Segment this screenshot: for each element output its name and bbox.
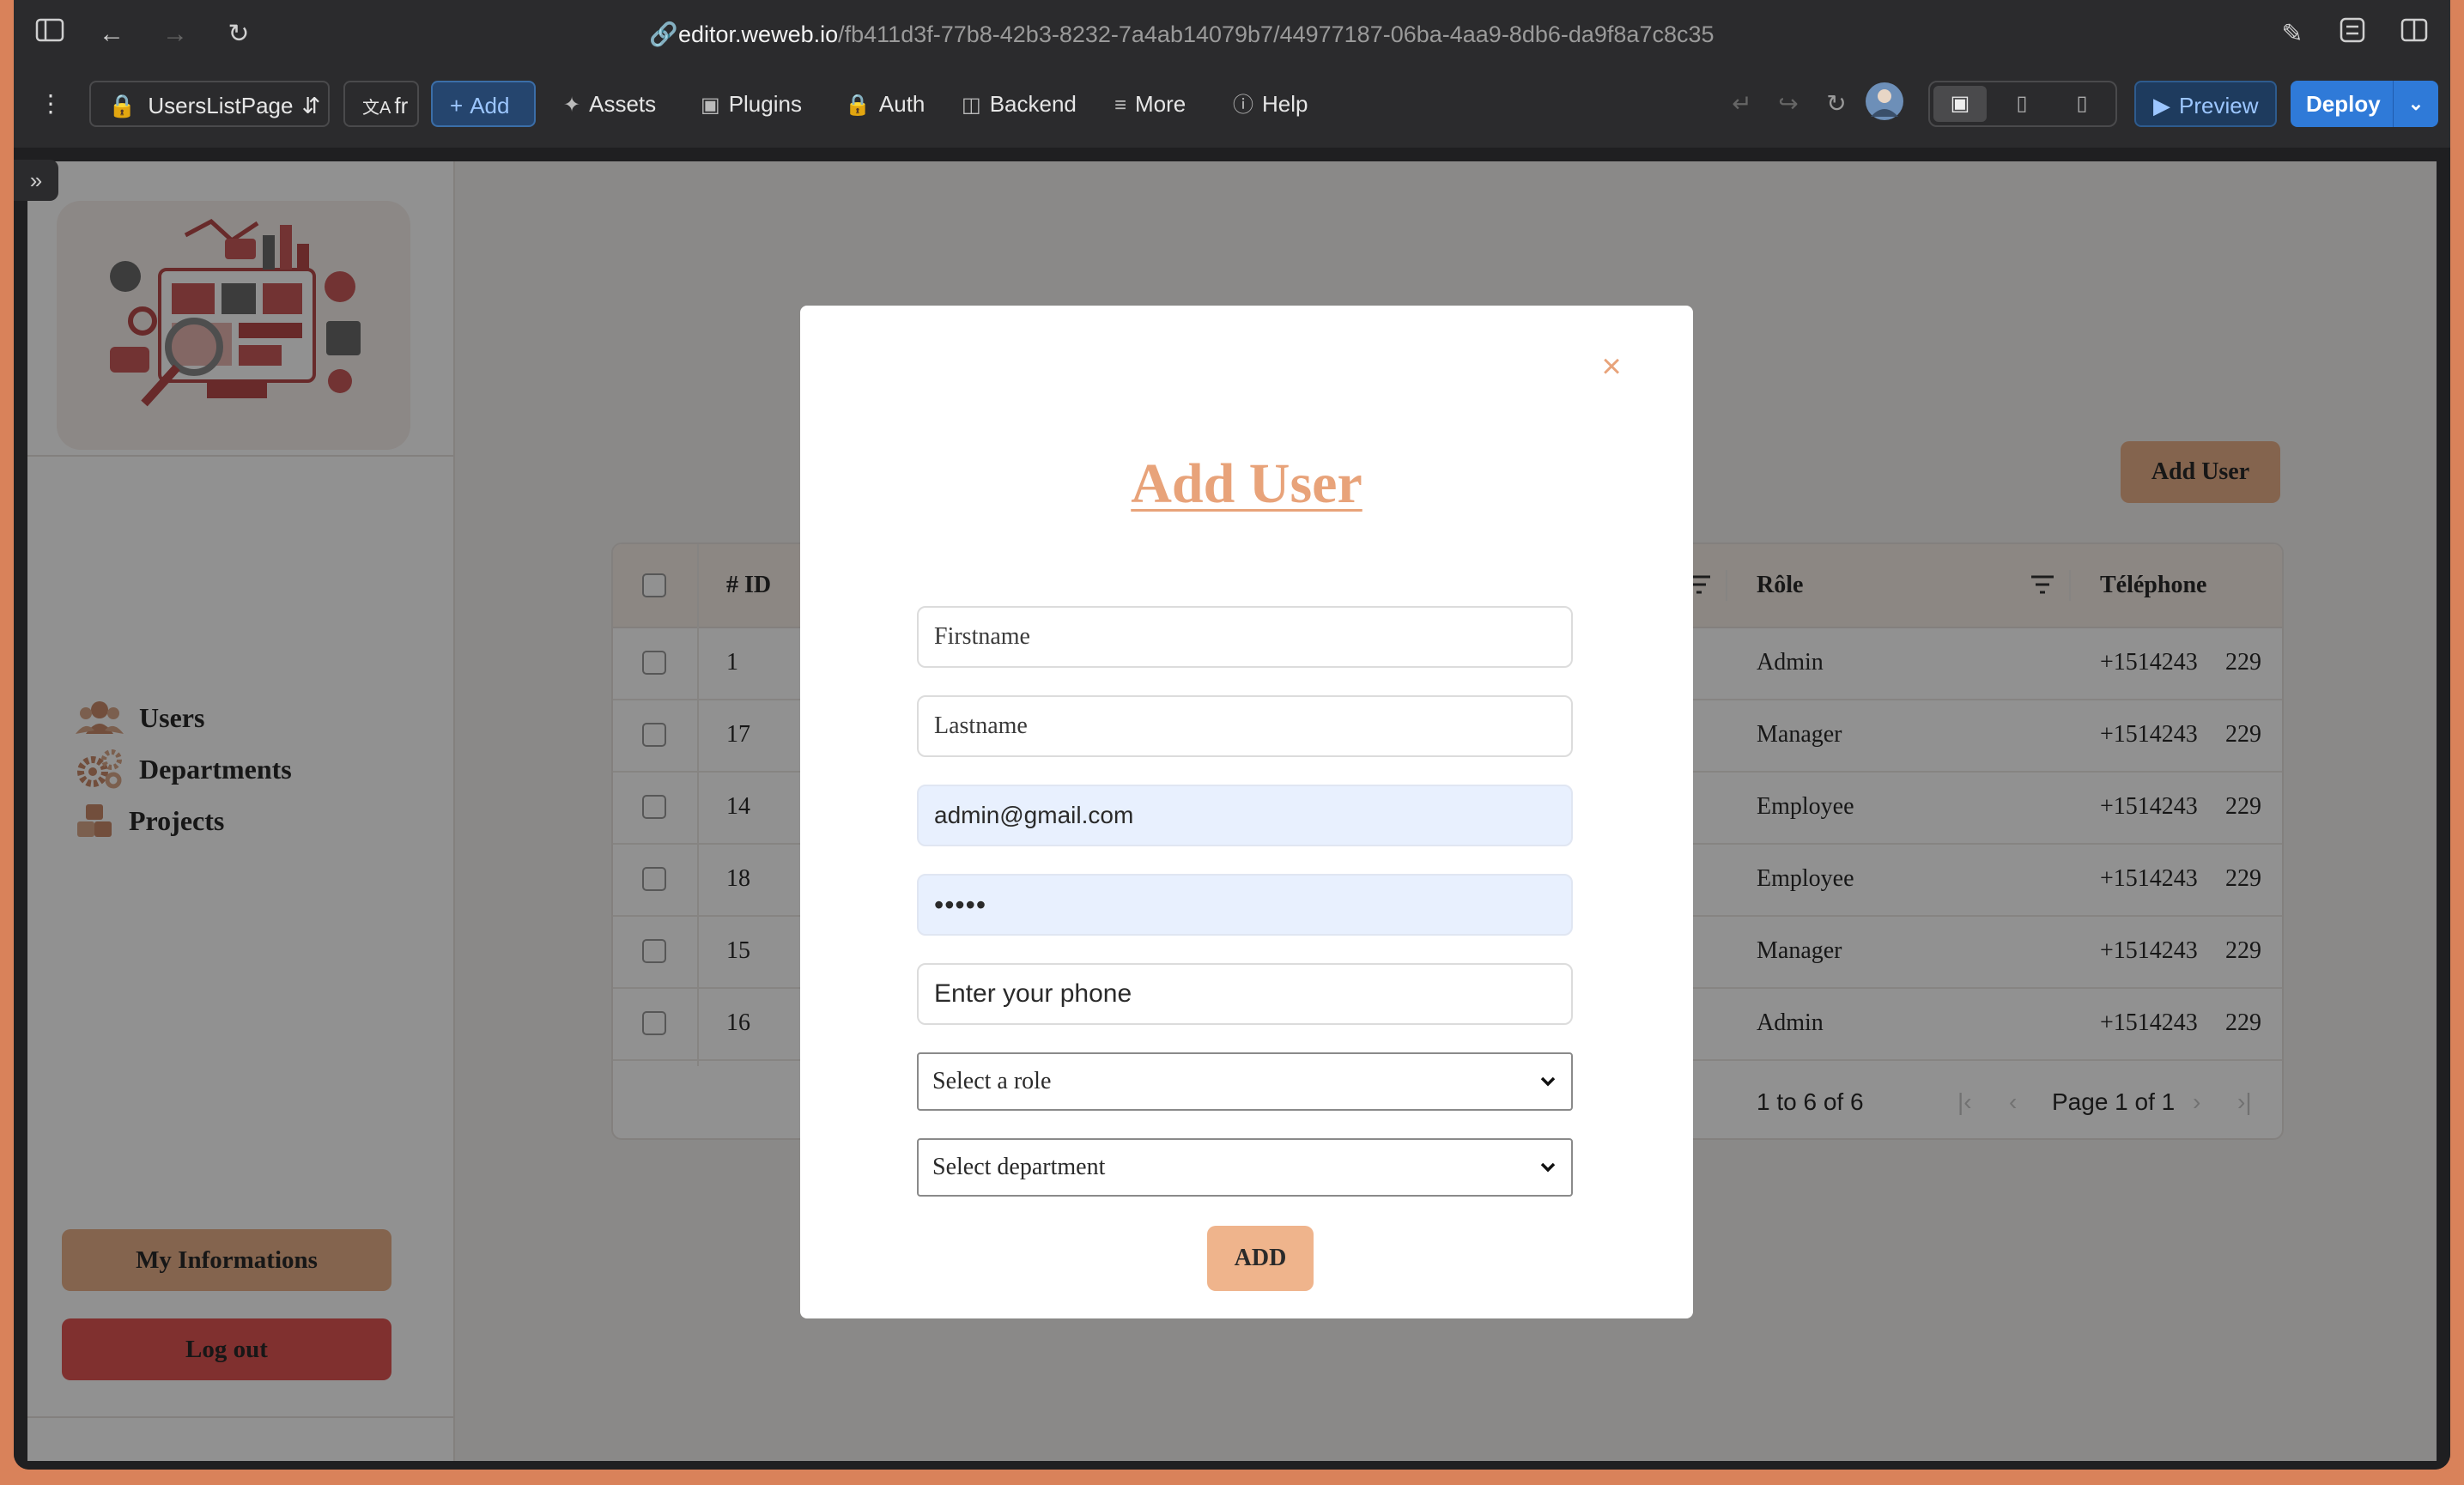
lock-icon: 🔒	[845, 94, 871, 117]
reload-icon[interactable]: ↻	[222, 17, 256, 52]
auth-button[interactable]: 🔒 Auth	[836, 81, 933, 127]
link-icon: 🔗	[649, 21, 678, 47]
preview-label: Preview	[2179, 93, 2259, 118]
address-bar[interactable]: 🔗editor.weweb.io/fb411d3f-77b8-42b3-8232…	[649, 15, 1714, 53]
email-field[interactable]: admin@gmail.com	[917, 785, 1573, 846]
chevron-down-icon	[1540, 1162, 1556, 1173]
close-icon[interactable]: ×	[1590, 345, 1633, 388]
undo-icon[interactable]: ↵	[1719, 81, 1765, 127]
more-label: More	[1135, 91, 1186, 117]
role-select[interactable]: Select a role	[917, 1052, 1573, 1111]
plus-icon: +	[450, 93, 464, 118]
desktop-icon[interactable]: ▣	[1933, 86, 1987, 122]
expand-panel-icon[interactable]: »	[14, 160, 58, 201]
mobile-icon[interactable]: ▯	[2055, 86, 2109, 122]
split-view-icon[interactable]	[2397, 17, 2431, 52]
submit-add-button[interactable]: ADD	[1207, 1226, 1314, 1291]
help-button[interactable]: ⓘ Help	[1224, 81, 1316, 127]
help-label: Help	[1262, 91, 1308, 117]
lastname-field[interactable]: Lastname	[917, 695, 1573, 757]
preview-button[interactable]: ▶ Preview	[2134, 81, 2278, 127]
url-path: /fb411d3f-77b8-42b3-8232-7a4ab14079b7/44…	[838, 21, 1714, 47]
browser-url-bar: ← → ↻ 🔗editor.weweb.io/fb411d3f-77b8-42b…	[14, 0, 2450, 69]
kebab-menu-icon[interactable]: ⋮	[27, 81, 74, 127]
sidebar-toggle-icon[interactable]	[33, 17, 67, 52]
page-selector[interactable]: 🔒 UsersListPage ⇵	[89, 81, 330, 127]
help-icon: ⓘ	[1233, 94, 1253, 117]
play-icon: ▶	[2153, 93, 2170, 118]
firstname-field[interactable]: Firstname	[917, 606, 1573, 668]
plugin-icon: ▣	[701, 94, 720, 117]
tablet-icon[interactable]: ▯	[1995, 86, 2048, 122]
database-icon: ◫	[962, 94, 981, 117]
settings-toggle-icon[interactable]	[2335, 17, 2370, 52]
assets-icon: ✦	[563, 94, 581, 117]
chevron-down-icon[interactable]: ⌄	[2393, 81, 2438, 127]
phone-field[interactable]: Enter your phone	[917, 963, 1573, 1025]
plugins-button[interactable]: ▣ Plugins	[692, 81, 810, 127]
add-label: Add	[470, 93, 510, 118]
browser-window: ← → ↻ 🔗editor.weweb.io/fb411d3f-77b8-42b…	[14, 0, 2450, 1470]
more-button[interactable]: ≡ More	[1106, 81, 1194, 127]
assets-button[interactable]: ✦ Assets	[555, 81, 665, 127]
add-user-modal: × Add User Firstname Lastname admin@gmai…	[800, 306, 1693, 1318]
chevron-down-icon	[1540, 1076, 1556, 1087]
backend-button[interactable]: ◫ Backend	[953, 81, 1085, 127]
updown-icon: ⇵	[301, 93, 321, 118]
pen-icon[interactable]: ✎	[2275, 17, 2309, 52]
menu-icon: ≡	[1114, 94, 1127, 117]
language-label: fr	[394, 93, 409, 118]
modal-title: Add User	[1131, 452, 1362, 515]
device-switcher: ▣ ▯ ▯	[1928, 81, 2117, 127]
role-select-value: Select a role	[932, 1068, 1052, 1094]
deploy-button[interactable]: Deploy ⌄	[2291, 81, 2438, 127]
department-select-value: Select department	[932, 1154, 1106, 1180]
translate-icon: 文A	[362, 99, 391, 118]
auth-label: Auth	[878, 91, 926, 117]
url-host: editor.weweb.io	[678, 21, 839, 47]
password-field[interactable]: •••••	[917, 874, 1573, 936]
assets-label: Assets	[589, 91, 657, 117]
app-page: Users Departments Projects My Informatio…	[27, 161, 2437, 1461]
redo-icon[interactable]: ↪	[1765, 81, 1812, 127]
page-selector-label: UsersListPage	[148, 93, 294, 118]
avatar[interactable]	[1861, 81, 1908, 127]
add-element-button[interactable]: + Add	[431, 81, 536, 127]
lock-icon: 🔒	[108, 93, 137, 118]
deploy-label: Deploy	[2306, 91, 2381, 117]
editor-toolbar: ⋮ 🔒 UsersListPage ⇵ 文A fr + Add ✦ Assets ▣ Plu…	[14, 69, 2450, 148]
refresh-icon[interactable]: ↻	[1813, 81, 1860, 127]
language-button[interactable]: 文A fr	[343, 81, 419, 127]
plugins-label: Plugins	[728, 91, 802, 117]
backend-label: Backend	[989, 91, 1077, 117]
back-arrow-icon[interactable]: ←	[94, 17, 129, 52]
forward-arrow-icon[interactable]: →	[158, 17, 192, 52]
department-select[interactable]: Select department	[917, 1138, 1573, 1197]
